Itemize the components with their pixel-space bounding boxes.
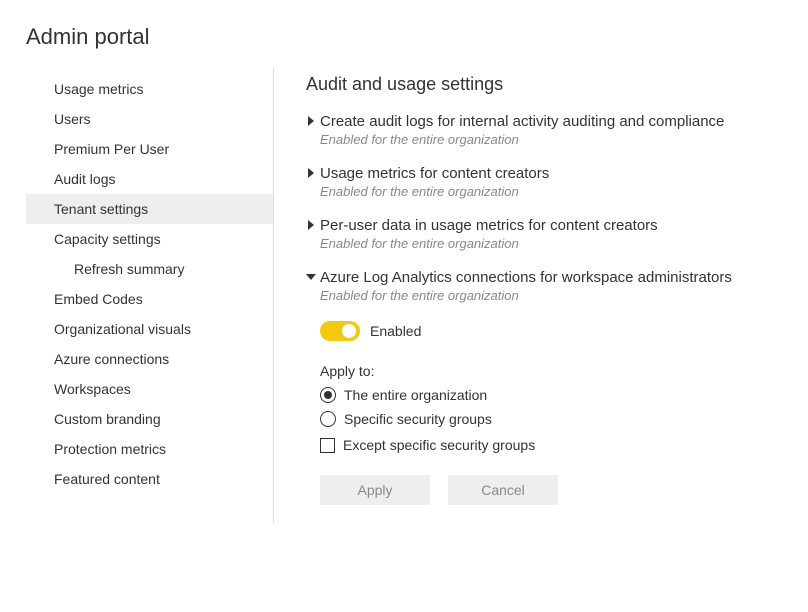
sidebar-item-featured-content[interactable]: Featured content [26,464,273,494]
caret-right-icon [306,220,320,230]
caret-right-icon [306,116,320,126]
setting-status: Enabled for the entire organization [320,288,790,303]
setting-toggle-header[interactable]: Azure Log Analytics connections for work… [306,269,790,303]
sidebar-item-embed-codes[interactable]: Embed Codes [26,284,273,314]
radio-label: Specific security groups [344,411,492,427]
radio-label: The entire organization [344,387,487,403]
setting-body: Enabled Apply to: The entire organizatio… [306,303,790,505]
checkbox-icon [320,438,335,453]
section-title: Audit and usage settings [306,74,790,95]
sidebar-item-custom-branding[interactable]: Custom branding [26,404,273,434]
main-content: Audit and usage settings Create audit lo… [274,68,808,523]
setting-status: Enabled for the entire organization [320,236,790,251]
setting-row: Azure Log Analytics connections for work… [306,269,790,505]
except-checkbox-row[interactable]: Except specific security groups [320,437,790,453]
sidebar-item-refresh-summary[interactable]: Refresh summary [26,254,273,284]
setting-status: Enabled for the entire organization [320,132,790,147]
sidebar: Usage metrics Users Premium Per User Aud… [26,68,274,523]
sidebar-item-audit-logs[interactable]: Audit logs [26,164,273,194]
page-title: Admin portal [0,0,808,68]
setting-toggle-header[interactable]: Per-user data in usage metrics for conte… [306,217,790,251]
radio-specific-groups[interactable]: Specific security groups [320,411,790,427]
checkbox-label: Except specific security groups [343,437,535,453]
setting-row: Usage metrics for content creators Enabl… [306,165,790,199]
toggle-knob [342,324,356,338]
setting-title: Usage metrics for content creators [320,165,790,182]
sidebar-item-azure-connections[interactable]: Azure connections [26,344,273,374]
setting-toggle-header[interactable]: Create audit logs for internal activity … [306,113,790,147]
sidebar-item-tenant-settings[interactable]: Tenant settings [26,194,273,224]
toggle-label: Enabled [370,323,421,339]
apply-button[interactable]: Apply [320,475,430,505]
setting-row: Per-user data in usage metrics for conte… [306,217,790,251]
setting-toggle-header[interactable]: Usage metrics for content creators Enabl… [306,165,790,199]
radio-entire-org[interactable]: The entire organization [320,387,790,403]
sidebar-item-workspaces[interactable]: Workspaces [26,374,273,404]
sidebar-item-organizational-visuals[interactable]: Organizational visuals [26,314,273,344]
sidebar-item-capacity-settings[interactable]: Capacity settings [26,224,273,254]
caret-right-icon [306,168,320,178]
enabled-toggle[interactable] [320,321,360,341]
radio-icon [320,387,336,403]
setting-title: Azure Log Analytics connections for work… [320,269,790,286]
sidebar-item-users[interactable]: Users [26,104,273,134]
setting-row: Create audit logs for internal activity … [306,113,790,147]
caret-down-icon [306,272,320,282]
sidebar-item-protection-metrics[interactable]: Protection metrics [26,434,273,464]
radio-icon [320,411,336,427]
setting-title: Create audit logs for internal activity … [320,113,790,130]
setting-status: Enabled for the entire organization [320,184,790,199]
sidebar-item-usage-metrics[interactable]: Usage metrics [26,74,273,104]
apply-to-label: Apply to: [320,363,790,379]
sidebar-item-premium-per-user[interactable]: Premium Per User [26,134,273,164]
cancel-button[interactable]: Cancel [448,475,558,505]
setting-title: Per-user data in usage metrics for conte… [320,217,790,234]
